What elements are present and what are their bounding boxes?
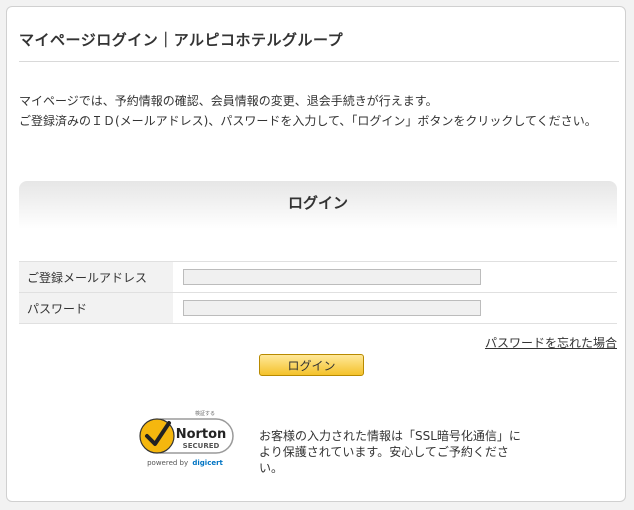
ssl-notice: お客様の入力された情報は「SSL暗号化通信」により保護されています。安心してご予… [259, 429, 521, 475]
login-panel: マイページログイン｜アルピコホテルグループ マイページでは、予約情報の確認、会員… [6, 6, 626, 502]
password-row: パスワード [19, 292, 617, 324]
description-line-1: マイページでは、予約情報の確認、会員情報の変更、退会手続きが行えます。 [19, 94, 438, 108]
title-divider [19, 61, 619, 62]
seal-top-text: 検証する [195, 410, 215, 417]
login-form-table: ご登録メールアドレス パスワード [19, 261, 617, 324]
email-input[interactable] [183, 269, 481, 285]
page-title: マイページログイン｜アルピコホテルグループ [19, 31, 344, 49]
password-label: パスワード [19, 292, 173, 324]
seal-brand: digicert [192, 459, 223, 467]
login-button[interactable]: ログイン [259, 354, 364, 376]
email-row: ご登録メールアドレス [19, 261, 617, 293]
password-input[interactable] [183, 300, 481, 316]
login-section-title: ログイン [19, 181, 617, 229]
svg-text:powered by digicert: powered by digicert [147, 459, 223, 467]
page-description: マイページでは、予約情報の確認、会員情報の変更、退会手続きが行えます。 ご登録済… [19, 91, 617, 131]
seal-secured: SECURED [183, 442, 220, 450]
email-label: ご登録メールアドレス [19, 261, 173, 293]
norton-secured-seal: 検証する Norton SECURED powered by digicert [139, 410, 234, 467]
forgot-password-link[interactable]: パスワードを忘れた場合 [485, 334, 617, 351]
seal-powered: powered by [147, 459, 188, 467]
description-line-2: ご登録済みのＩＤ(メールアドレス)、パスワードを入力して、「ログイン」ボタンをク… [19, 114, 597, 128]
seal-name: Norton [176, 427, 227, 442]
